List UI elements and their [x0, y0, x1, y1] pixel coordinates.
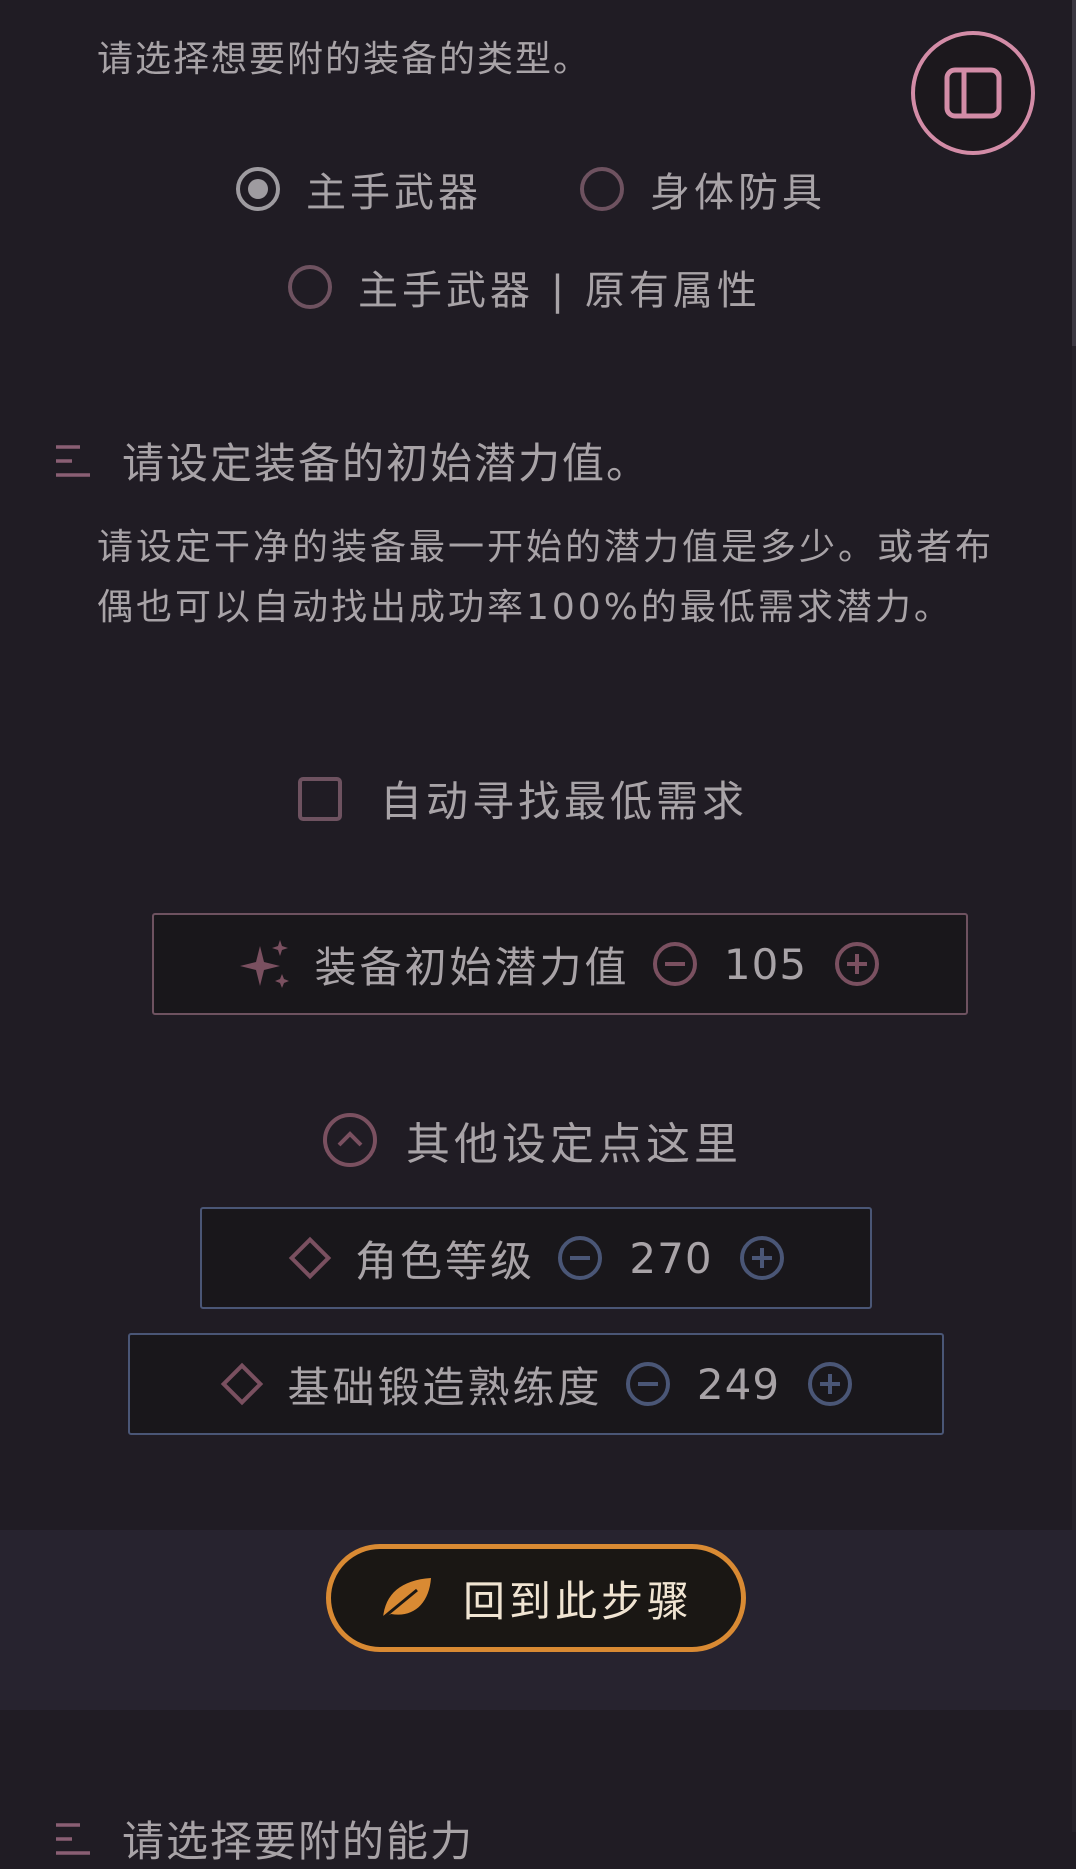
other-settings-toggle[interactable]: 其他设定点这里	[322, 1108, 742, 1172]
sidebar-toggle-icon	[944, 67, 1002, 119]
potential-description: 请设定干净的装备最一开始的潜力值是多少。或者布偶也可以自动找出成功率100%的最…	[97, 527, 995, 628]
stepper-label: 基础锻造熟练度	[287, 1362, 603, 1412]
increment-button[interactable]	[807, 1361, 853, 1407]
character-level-stepper: 角色等级 270	[200, 1207, 872, 1309]
stepper-value[interactable]: 105	[720, 940, 812, 989]
minus-circle-icon	[652, 942, 697, 986]
section-title-text: 请设定装备的初始潜力值。	[122, 439, 651, 488]
next-section-title: 请选择要附的能力	[54, 1808, 474, 1869]
equip-type-prompt: 请选择想要附的装备的类型。	[97, 39, 592, 80]
stepper-label: 装备初始潜力值	[314, 942, 630, 992]
plus-circle-icon	[834, 942, 879, 986]
diamond-icon	[288, 1236, 332, 1280]
back-to-step-button[interactable]: 回到此步骤	[326, 1544, 746, 1652]
stepper-value[interactable]: 270	[625, 1234, 717, 1283]
diamond-icon	[221, 1362, 264, 1406]
radio-main-weapon[interactable]: 主手武器	[236, 160, 482, 218]
checkbox-box	[298, 776, 342, 821]
decrement-button[interactable]	[625, 1361, 671, 1407]
expander-label: 其他设定点这里	[406, 1119, 742, 1170]
sidebar-toggle-button[interactable]	[911, 31, 1035, 155]
stepper-label: 角色等级	[354, 1236, 535, 1286]
radio-main-weapon-original[interactable]: 主手武器 | 原有属性	[288, 258, 761, 316]
radio-body-armor[interactable]: 身体防具	[580, 160, 826, 218]
stepper-value[interactable]: 249	[693, 1360, 785, 1409]
auto-find-checkbox[interactable]: 自动寻找最低需求	[298, 768, 748, 829]
chevron-up-circle-icon	[323, 1113, 377, 1167]
decrement-button[interactable]	[652, 941, 698, 987]
potential-section-title: 请设定装备的初始潜力值。	[54, 430, 650, 491]
forging-proficiency-stepper: 基础锻造熟练度 249	[128, 1333, 944, 1435]
back-button-label: 回到此步骤	[462, 1576, 693, 1626]
leaf-icon	[382, 1578, 431, 1620]
section-title-text: 请选择要附的能力	[122, 1817, 475, 1866]
minus-circle-icon	[558, 1236, 602, 1280]
radio-label: 身体防具	[650, 170, 826, 216]
plus-circle-icon	[807, 1362, 852, 1406]
initial-potential-stepper: 装备初始潜力值 105	[152, 913, 968, 1015]
minus-circle-icon	[625, 1362, 670, 1406]
list-icon	[56, 1822, 90, 1855]
increment-button[interactable]	[739, 1235, 785, 1281]
plus-circle-icon	[740, 1236, 784, 1280]
radio-label: 主手武器	[306, 170, 482, 216]
radio-label: 主手武器 | 原有属性	[358, 268, 761, 314]
sparkle-icon	[240, 940, 290, 988]
scrollbar-thumb[interactable]	[1072, 0, 1076, 346]
radio-unchecked-indicator	[288, 265, 332, 309]
checkbox-label: 自动寻找最低需求	[380, 777, 749, 826]
radio-unchecked-indicator	[580, 167, 624, 211]
list-icon	[56, 444, 90, 477]
increment-button[interactable]	[834, 941, 880, 987]
decrement-button[interactable]	[557, 1235, 603, 1281]
radio-checked-indicator	[236, 167, 280, 211]
